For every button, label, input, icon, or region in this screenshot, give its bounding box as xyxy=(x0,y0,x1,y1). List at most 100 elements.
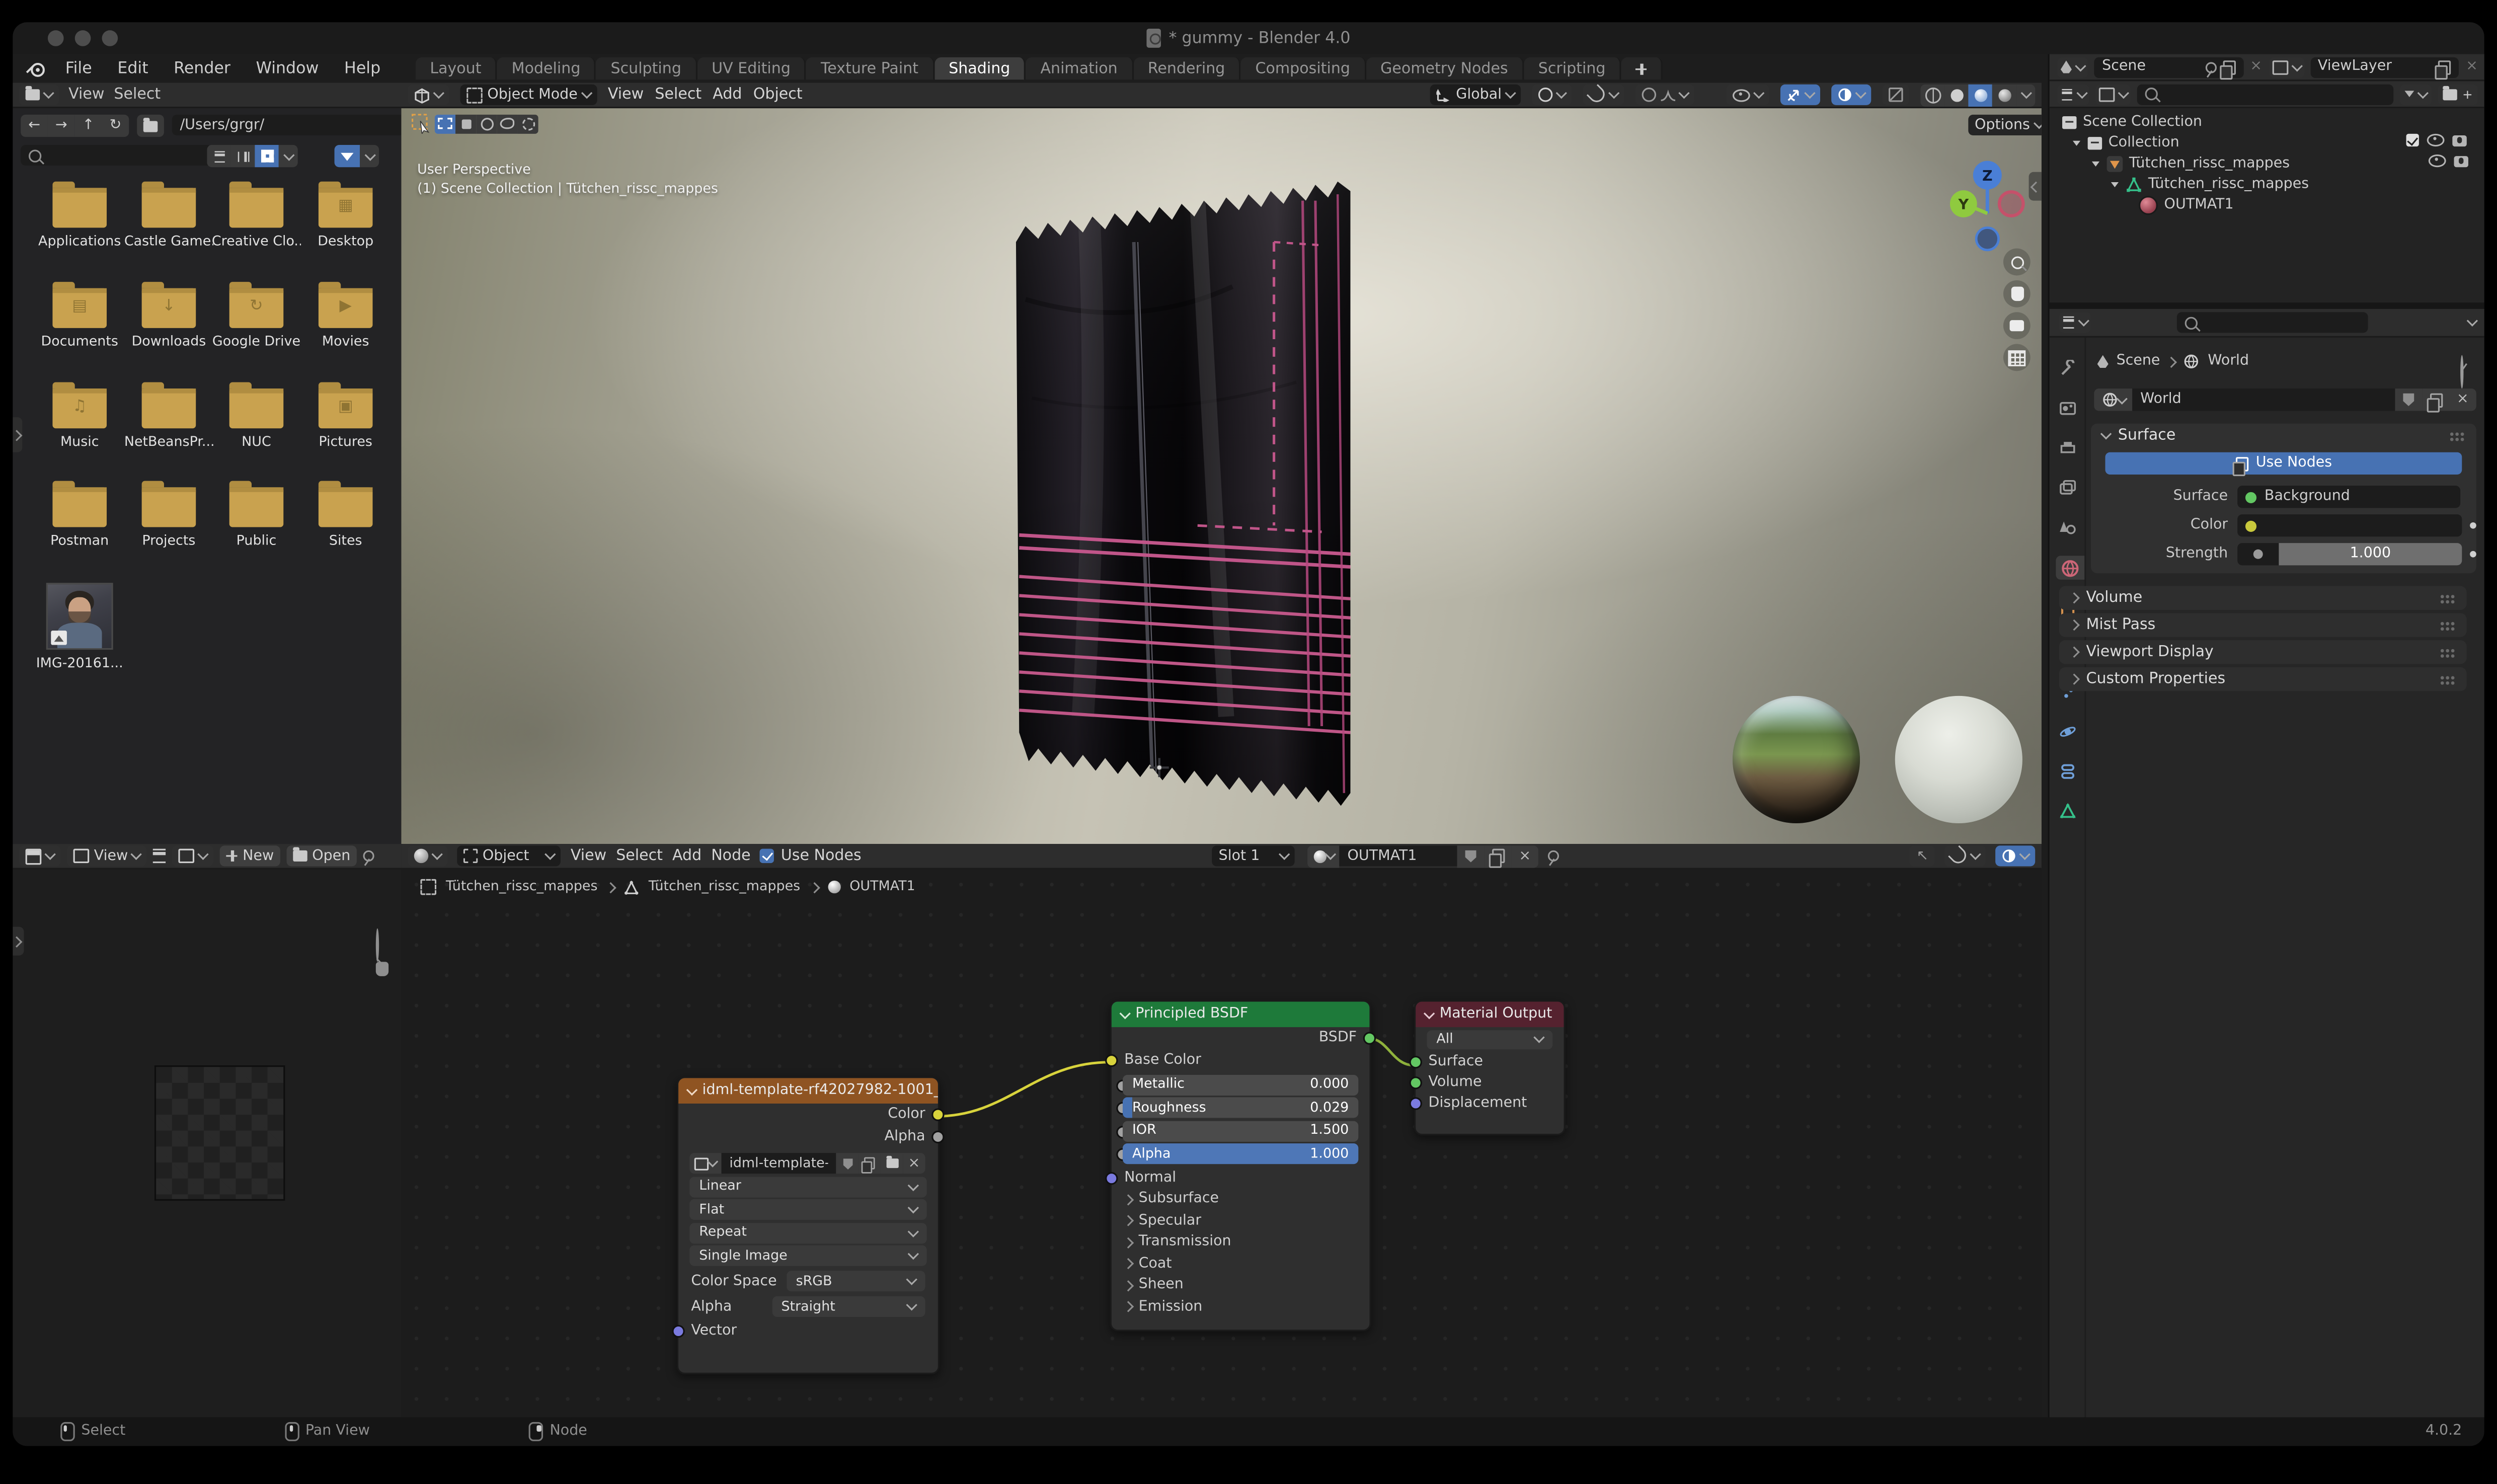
principled-node-header[interactable]: Principled BSDF xyxy=(1111,1001,1370,1028)
file-item[interactable]: Applications xyxy=(35,181,124,250)
proportional-editing-group[interactable] xyxy=(1635,84,1695,105)
tab-modeling[interactable]: Modeling xyxy=(497,57,597,80)
tab-animation[interactable]: Animation xyxy=(1026,57,1134,80)
image-copy[interactable] xyxy=(858,1153,881,1174)
copy-icon[interactable] xyxy=(2435,59,2452,79)
socket-color[interactable] xyxy=(931,1108,945,1121)
node-image-texture[interactable]: idml-template-rf42027982-1001__1.p... Co… xyxy=(672,1076,945,1374)
breadcrumb-scene[interactable]: Scene xyxy=(2117,354,2160,370)
surface-shader-field[interactable]: Background xyxy=(2237,486,2461,508)
breadcrumb-world[interactable]: World xyxy=(2208,354,2249,370)
file-item[interactable]: Sites xyxy=(301,481,390,550)
tab-compositing[interactable]: Compositing xyxy=(1241,57,1366,80)
tree-scene-collection[interactable]: Scene Collection xyxy=(2062,113,2202,132)
slot-dropdown[interactable]: Slot 1 xyxy=(1212,845,1295,867)
blender-logo-icon[interactable] xyxy=(26,60,46,77)
sh-menu-add[interactable]: Add xyxy=(672,847,701,865)
disclosure-triangle[interactable] xyxy=(2091,161,2100,167)
tab-rendering[interactable]: Rendering xyxy=(1133,57,1241,80)
alpha-mode-dropdown[interactable]: Straight xyxy=(771,1296,925,1317)
open-image-button[interactable]: Open xyxy=(286,845,357,867)
forward-button[interactable]: → xyxy=(47,114,75,137)
checkbox-icon[interactable] xyxy=(2406,133,2419,147)
shading-dropdown[interactable] xyxy=(2016,84,2036,106)
file-item[interactable]: ♫ Music xyxy=(35,382,124,451)
disclosure-triangle[interactable] xyxy=(2072,140,2081,146)
show-object-types-dropdown[interactable] xyxy=(1726,84,1769,105)
display-settings-dropdown[interactable] xyxy=(278,144,298,168)
node-snapping-group[interactable] xyxy=(1944,845,1986,867)
source-dropdown[interactable]: Single Image xyxy=(689,1245,927,1266)
editor-type-shader[interactable] xyxy=(408,845,448,867)
back-button[interactable]: ← xyxy=(21,114,48,137)
file-item[interactable]: ↓ Downloads xyxy=(124,282,213,350)
fb-menu-select[interactable]: Select xyxy=(114,86,161,104)
imged-region-toggle[interactable] xyxy=(13,926,24,956)
orthographic-toggle-button[interactable] xyxy=(2003,344,2031,371)
surface-panel-header[interactable]: Surface xyxy=(2091,424,2476,447)
menu-edit[interactable]: Edit xyxy=(105,60,161,77)
image-browse-dropdown[interactable] xyxy=(689,1153,722,1174)
vp-menu-select[interactable]: Select xyxy=(655,86,701,104)
viewlayer-name-field[interactable]: ViewLayer xyxy=(2310,56,2460,79)
material-copy-button[interactable] xyxy=(1484,844,1512,868)
viewlayer-dropdown[interactable] xyxy=(2268,56,2304,77)
use-nodes-checkbox[interactable]: Use Nodes xyxy=(760,847,862,865)
path-field[interactable]: /Users/grgr/ xyxy=(172,114,405,135)
file-item[interactable]: ▶ Movies xyxy=(301,282,390,350)
properties-search-input[interactable] xyxy=(2176,312,2368,333)
tab-world-icon[interactable] xyxy=(2056,556,2085,580)
interpolation-dropdown[interactable]: Linear xyxy=(689,1176,927,1197)
image-open[interactable] xyxy=(880,1153,903,1174)
world-browse-dropdown[interactable] xyxy=(2094,388,2133,411)
strength-slider[interactable]: 1.000 xyxy=(2279,543,2462,566)
detail-view-button[interactable] xyxy=(230,144,255,168)
use-nodes-button[interactable]: Use Nodes xyxy=(2105,452,2462,476)
material-browse-dropdown[interactable] xyxy=(1307,844,1340,868)
sh-menu-node[interactable]: Node xyxy=(711,847,750,865)
tab-scripting[interactable]: Scripting xyxy=(1524,57,1622,80)
shader-node-canvas[interactable]: Tütchen_rissc_mappes Tütchen_rissc_mappe… xyxy=(401,869,2042,1418)
go-to-parent-node-tree[interactable]: ↖ xyxy=(1910,845,1935,867)
projection-dropdown[interactable]: Flat xyxy=(689,1199,927,1220)
disclosure-triangle[interactable] xyxy=(2111,182,2119,188)
eye-icon[interactable] xyxy=(2428,154,2446,168)
editor-type-file-browser[interactable] xyxy=(19,84,59,105)
eye-icon[interactable] xyxy=(2427,133,2445,147)
menu-help[interactable]: Help xyxy=(332,60,394,77)
panel-custom-properties[interactable]: Custom Properties xyxy=(2059,667,2467,691)
pan-view-button[interactable] xyxy=(2003,280,2031,307)
sh-menu-select[interactable]: Select xyxy=(616,847,663,865)
tab-uv-editing[interactable]: UV Editing xyxy=(697,57,807,80)
pin-icon[interactable] xyxy=(363,850,374,862)
world-unlink[interactable]: × xyxy=(2449,388,2476,411)
tab-geometry-nodes[interactable]: Geometry Nodes xyxy=(1366,57,1524,80)
world-fake-user[interactable] xyxy=(2395,388,2423,411)
file-item[interactable]: ▤ Documents xyxy=(35,282,124,350)
shading-solid-button[interactable] xyxy=(1944,84,1969,106)
camera-view-button[interactable] xyxy=(2003,312,2031,340)
editor-type-image[interactable] xyxy=(19,845,61,867)
chevron-down-icon[interactable] xyxy=(2466,315,2478,327)
file-item[interactable]: ▦ Desktop xyxy=(301,181,390,250)
image-view-menu[interactable]: View xyxy=(66,845,147,867)
pin-icon[interactable] xyxy=(2460,355,2464,389)
collapse-icon[interactable] xyxy=(1423,1007,1435,1019)
shading-rendered-button[interactable] xyxy=(1992,84,2016,106)
list-view-button[interactable] xyxy=(207,144,231,168)
node-material-output[interactable]: Material Output All Surface Volume Displ… xyxy=(1409,1000,1566,1136)
menu-overflow-icon[interactable] xyxy=(153,848,167,864)
socket-volume[interactable] xyxy=(1409,1075,1422,1088)
new-folder-button[interactable] xyxy=(137,114,164,137)
tab-shading[interactable]: Shading xyxy=(934,57,1026,80)
section-coat[interactable]: Coat xyxy=(1112,1253,1370,1275)
up-button[interactable]: ↑ xyxy=(74,114,102,137)
show-overlays-toggle[interactable] xyxy=(1831,84,1871,105)
navigation-gizmo[interactable]: Y Z xyxy=(1936,156,2039,258)
file-item-image[interactable]: IMG-20161... xyxy=(35,583,124,672)
material-output-node-header[interactable]: Material Output xyxy=(1416,1001,1564,1028)
fb-menu-view[interactable]: View xyxy=(68,86,104,104)
imged-pan-button[interactable] xyxy=(375,962,389,976)
file-item[interactable]: NetBeansPr... xyxy=(124,382,213,451)
splitter[interactable] xyxy=(2049,302,2484,309)
